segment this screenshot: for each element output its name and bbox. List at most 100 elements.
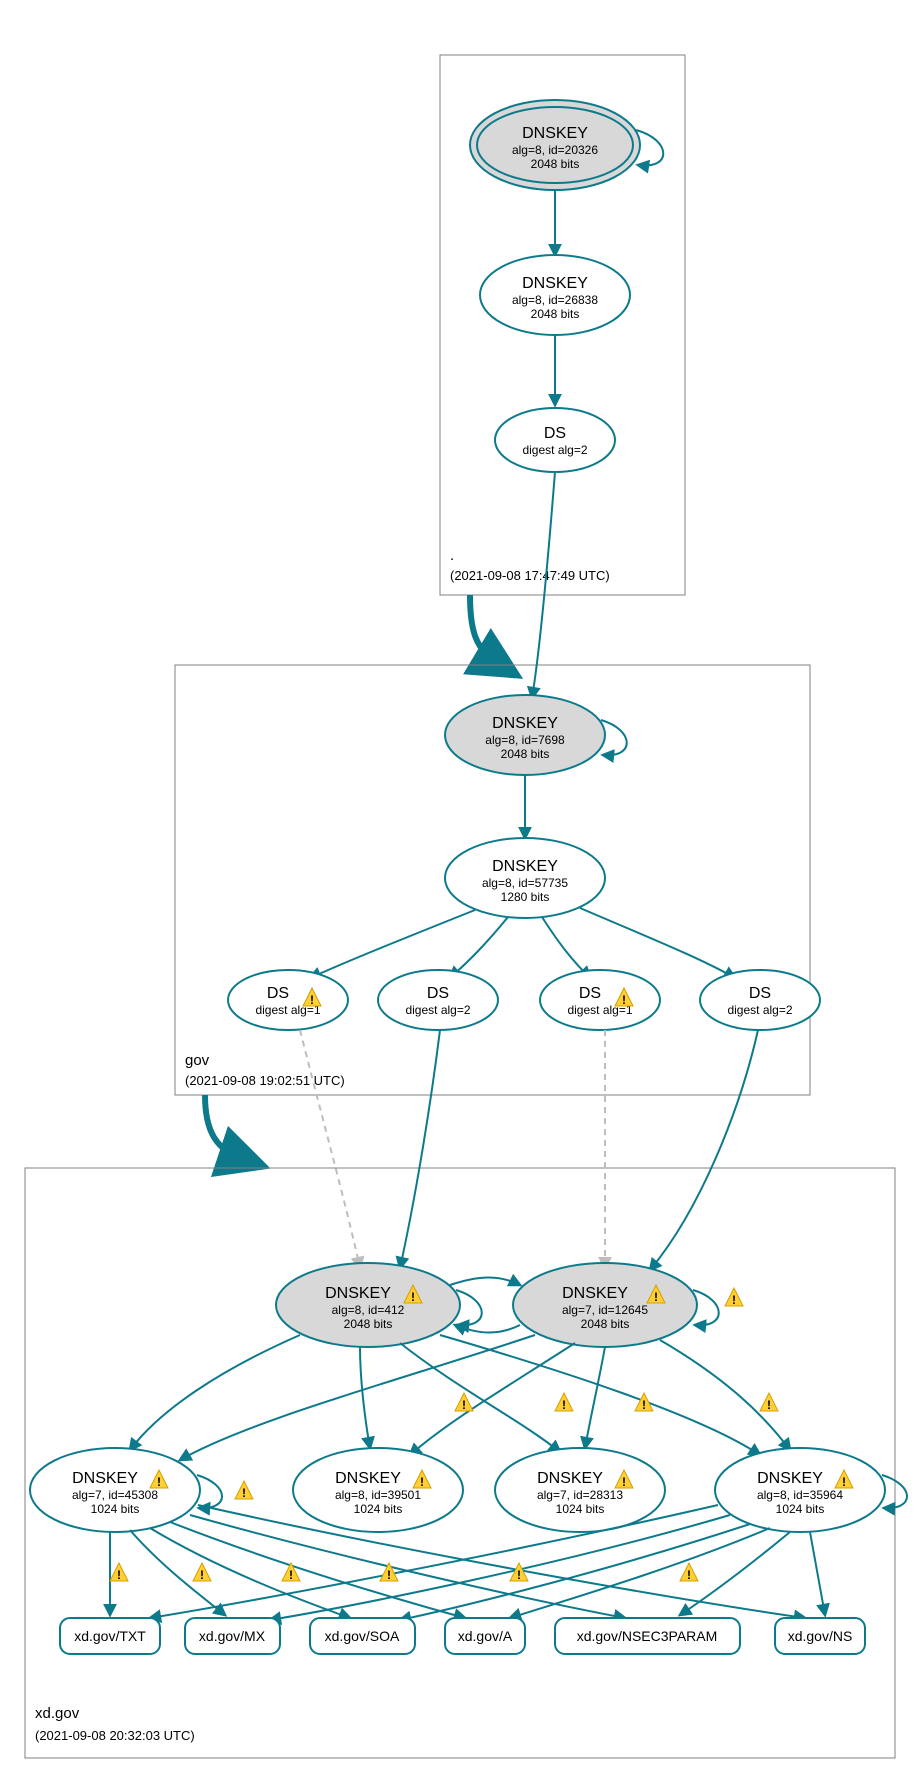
edge-k412-k12645 — [450, 1278, 520, 1286]
svg-text:2048 bits: 2048 bits — [531, 157, 580, 171]
edge-k35964-nsec3 — [680, 1532, 790, 1615]
node-gov-ksk: DNSKEY alg=8, id=7698 2048 bits — [445, 695, 605, 775]
svg-text:1280 bits: 1280 bits — [501, 890, 550, 904]
svg-text:!: ! — [411, 1290, 415, 1304]
svg-text:DNSKEY: DNSKEY — [537, 1470, 603, 1487]
svg-text:!: ! — [622, 1475, 626, 1489]
edge-k412-k39501 — [360, 1347, 370, 1448]
edge-ds1-k412 — [300, 1030, 360, 1268]
edge-k35964-ns — [810, 1532, 825, 1615]
node-gov-ds2: DS digest alg=2 — [378, 970, 498, 1030]
rr-txt: xd.gov/TXT — [60, 1618, 160, 1654]
svg-text:!: ! — [732, 1293, 736, 1307]
svg-text:alg=8, id=20326: alg=8, id=20326 — [512, 143, 598, 157]
zone-root-name: . — [450, 547, 454, 564]
edge-k412-k28313 — [400, 1343, 560, 1452]
svg-text:2048 bits: 2048 bits — [501, 747, 550, 761]
svg-text:alg=8, id=412: alg=8, id=412 — [332, 1303, 405, 1317]
edge-k12645-k39501 — [410, 1343, 575, 1455]
zone-xd-name: xd.gov — [35, 1705, 80, 1722]
svg-text:digest alg=2: digest alg=2 — [405, 1003, 470, 1017]
svg-text:DNSKEY: DNSKEY — [335, 1470, 401, 1487]
svg-text:xd.gov/NS: xd.gov/NS — [788, 1628, 853, 1644]
node-root-zsk: DNSKEY alg=8, id=26838 2048 bits — [480, 255, 630, 335]
edge-k412-k35964 — [440, 1335, 760, 1455]
svg-text:DNSKEY: DNSKEY — [757, 1470, 823, 1487]
svg-text:digest alg=2: digest alg=2 — [727, 1003, 792, 1017]
svg-text:alg=8, id=26838: alg=8, id=26838 — [512, 293, 598, 307]
svg-text:xd.gov/TXT: xd.gov/TXT — [74, 1628, 146, 1644]
svg-text:alg=7, id=28313: alg=7, id=28313 — [537, 1488, 623, 1502]
svg-text:2048 bits: 2048 bits — [344, 1317, 393, 1331]
svg-text:DNSKEY: DNSKEY — [562, 1285, 628, 1302]
rr-soa: xd.gov/SOA — [310, 1618, 415, 1654]
svg-text:alg=7, id=45308: alg=7, id=45308 — [72, 1488, 158, 1502]
zone-gov-name: gov — [185, 1052, 210, 1069]
svg-text:!: ! — [117, 1568, 121, 1582]
zone-connector-root-gov — [470, 595, 500, 665]
zone-root-time: (2021-09-08 17:47:49 UTC) — [450, 568, 610, 583]
svg-text:!: ! — [517, 1568, 521, 1582]
node-gov-ds4: DS digest alg=2 — [700, 970, 820, 1030]
svg-text:!: ! — [842, 1475, 846, 1489]
svg-text:DNSKEY: DNSKEY — [325, 1285, 391, 1302]
rr-nsec3: xd.gov/NSEC3PARAM — [555, 1618, 740, 1654]
edge-rootds-govksk — [532, 472, 555, 698]
zone-connector-gov-xd — [205, 1095, 245, 1160]
svg-text:alg=8, id=35964: alg=8, id=35964 — [757, 1488, 843, 1502]
svg-text:alg=7, id=12645: alg=7, id=12645 — [562, 1303, 648, 1317]
svg-text:!: ! — [420, 1475, 424, 1489]
edge-k45308-soa — [150, 1528, 350, 1618]
rr-a: xd.gov/A — [445, 1618, 525, 1654]
svg-text:DS: DS — [749, 985, 771, 1002]
svg-text:!: ! — [387, 1568, 391, 1582]
node-gov-ds3: DS digest alg=1 — [540, 970, 660, 1030]
node-xd-k45308: DNSKEY alg=7, id=45308 1024 bits — [30, 1448, 200, 1532]
svg-text:!: ! — [310, 993, 314, 1007]
svg-text:DNSKEY: DNSKEY — [72, 1470, 138, 1487]
rr-ns: xd.gov/NS — [775, 1618, 865, 1654]
edge-k12645-k45308 — [180, 1335, 535, 1460]
edge-ds4-k12645 — [650, 1030, 758, 1270]
zone-xd-time: (2021-09-08 20:32:03 UTC) — [35, 1728, 195, 1743]
node-xd-k28313: DNSKEY alg=7, id=28313 1024 bits — [495, 1448, 665, 1532]
svg-text:!: ! — [200, 1568, 204, 1582]
svg-text:!: ! — [654, 1290, 658, 1304]
node-root-ds: DS digest alg=2 — [495, 408, 615, 472]
svg-text:!: ! — [622, 993, 626, 1007]
svg-text:2048 bits: 2048 bits — [531, 307, 580, 321]
svg-text:!: ! — [687, 1568, 691, 1582]
edge-govzsk-ds1 — [310, 910, 475, 978]
edge-k412-k45308 — [130, 1335, 300, 1450]
svg-text:xd.gov/MX: xd.gov/MX — [199, 1628, 266, 1644]
svg-text:!: ! — [157, 1475, 161, 1489]
edge-govzsk-ds2 — [450, 917, 508, 978]
svg-text:!: ! — [242, 1486, 246, 1500]
zone-gov-time: (2021-09-08 19:02:51 UTC) — [185, 1073, 345, 1088]
svg-text:1024 bits: 1024 bits — [91, 1502, 140, 1516]
node-xd-k39501: DNSKEY alg=8, id=39501 1024 bits — [293, 1448, 463, 1532]
svg-text:DS: DS — [267, 985, 289, 1002]
svg-text:!: ! — [289, 1568, 293, 1582]
edge-ds2-k412 — [400, 1030, 440, 1268]
svg-text:1024 bits: 1024 bits — [556, 1502, 605, 1516]
svg-text:alg=8, id=57735: alg=8, id=57735 — [482, 876, 568, 890]
svg-text:digest alg=2: digest alg=2 — [522, 443, 587, 457]
svg-text:DNSKEY: DNSKEY — [522, 125, 588, 142]
node-root-ksk: DNSKEY alg=8, id=20326 2048 bits — [470, 100, 640, 190]
svg-text:DS: DS — [544, 425, 566, 442]
svg-text:!: ! — [642, 1398, 646, 1412]
svg-text:DNSKEY: DNSKEY — [492, 858, 558, 875]
svg-text:alg=8, id=7698: alg=8, id=7698 — [485, 733, 565, 747]
rr-mx: xd.gov/MX — [185, 1618, 280, 1654]
svg-text:alg=8, id=39501: alg=8, id=39501 — [335, 1488, 421, 1502]
svg-text:xd.gov/SOA: xd.gov/SOA — [325, 1628, 400, 1644]
edge-k12645-k28313 — [585, 1347, 605, 1448]
edge-govzsk-ds3 — [542, 917, 590, 978]
edge-k35964-soa — [400, 1524, 750, 1620]
svg-text:!: ! — [767, 1398, 771, 1412]
node-xd-k12645: DNSKEY alg=7, id=12645 2048 bits — [513, 1263, 697, 1347]
svg-text:1024 bits: 1024 bits — [354, 1502, 403, 1516]
edge-govzsk-ds4 — [580, 908, 735, 978]
svg-text:!: ! — [562, 1398, 566, 1412]
